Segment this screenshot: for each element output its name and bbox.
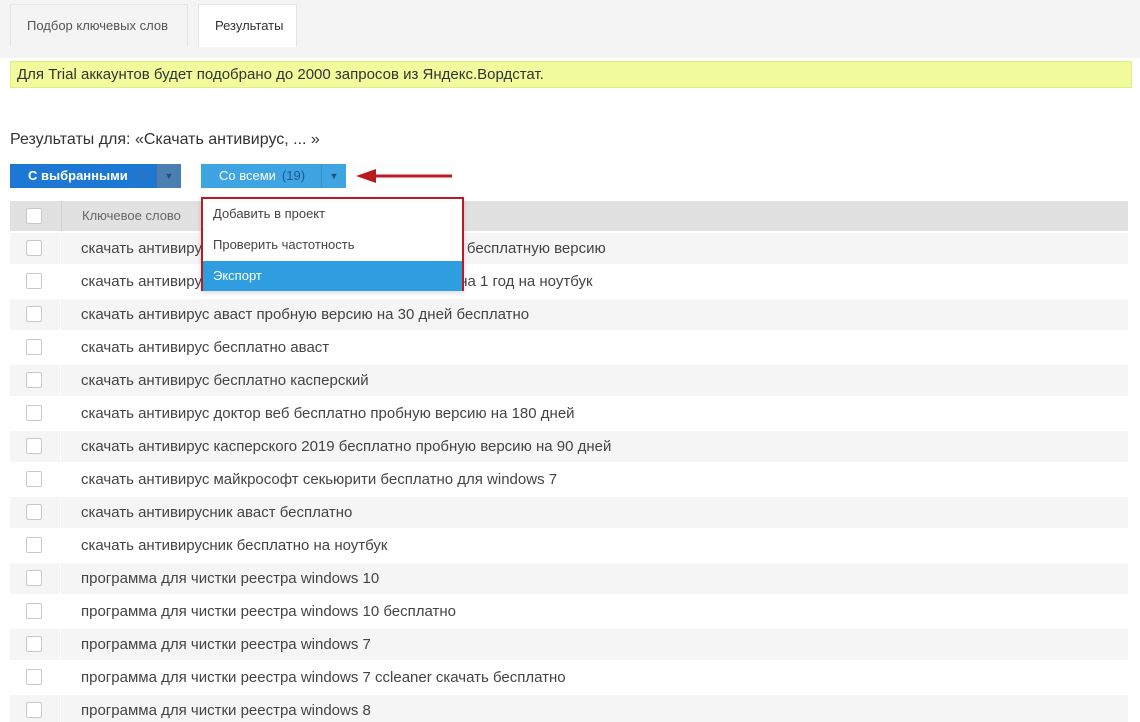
trial-notice: Для Trial аккаунтов будет подобрано до 2… bbox=[10, 61, 1132, 88]
with-selected-label: С выбранными (0) bbox=[28, 168, 150, 183]
row-checkbox-cell bbox=[10, 497, 60, 528]
row-checkbox[interactable] bbox=[26, 306, 42, 322]
bulk-actions-dropdown: Добавить в проект Проверить частотность … bbox=[201, 197, 464, 291]
row-checkbox-cell bbox=[10, 563, 60, 594]
row-checkbox[interactable] bbox=[26, 702, 42, 718]
table-row[interactable]: скачать антивирус майкрософт секьюрити б… bbox=[10, 464, 1128, 497]
keyword-cell: программа для чистки реестра windows 7 bbox=[61, 629, 1128, 660]
keyword-cell: скачать антивирус бесплатно касперский bbox=[61, 365, 1128, 396]
row-checkbox-cell bbox=[10, 332, 60, 363]
column-header-keyword: Ключевое слово bbox=[82, 208, 181, 223]
table-row[interactable]: программа для чистки реестра windows 7 c… bbox=[10, 662, 1128, 695]
row-checkbox-cell bbox=[10, 365, 60, 396]
keyword-cell: скачать антивирус аваст пробную версию н… bbox=[61, 299, 1128, 330]
row-checkbox[interactable] bbox=[26, 636, 42, 652]
header-divider bbox=[61, 201, 62, 231]
keyword-cell: программа для чистки реестра windows 7 c… bbox=[61, 662, 1128, 693]
row-checkbox-cell bbox=[10, 431, 60, 462]
table-row[interactable]: программа для чистки реестра windows 7 bbox=[10, 629, 1128, 662]
keyword-results-page: Подбор ключевых слов Результаты Для Tria… bbox=[0, 0, 1140, 722]
chevron-down-icon[interactable]: ▼ bbox=[156, 164, 181, 188]
menu-item-add-to-project[interactable]: Добавить в проект bbox=[203, 199, 462, 229]
keyword-cell: скачать антивирусник бесплатно на ноутбу… bbox=[61, 530, 1128, 561]
row-checkbox-cell bbox=[10, 233, 60, 264]
row-checkbox[interactable] bbox=[26, 339, 42, 355]
keyword-cell: скачать антивирус бесплатно аваст bbox=[61, 332, 1128, 363]
tab-keyword-selection[interactable]: Подбор ключевых слов bbox=[10, 4, 188, 46]
row-checkbox[interactable] bbox=[26, 504, 42, 520]
menu-item-check-frequency[interactable]: Проверить частотность bbox=[203, 230, 462, 260]
row-checkbox-cell bbox=[10, 398, 60, 429]
with-all-button[interactable]: Со всеми (19) ▼ bbox=[201, 164, 346, 188]
with-selected-count: (0) bbox=[133, 168, 150, 183]
keyword-cell: программа для чистки реестра windows 8 bbox=[61, 695, 1128, 722]
row-checkbox-cell bbox=[10, 464, 60, 495]
row-checkbox[interactable] bbox=[26, 669, 42, 685]
table-row[interactable]: скачать антивирус доктор веб бесплатно п… bbox=[10, 398, 1128, 431]
tabs-bar: Подбор ключевых слов Результаты bbox=[0, 0, 1140, 58]
keyword-cell: скачать антивирус майкрософт секьюрити б… bbox=[61, 464, 1128, 495]
keyword-cell: программа для чистки реестра windows 10 bbox=[61, 563, 1128, 594]
results-title: Результаты для: «Скачать антивирус, ... … bbox=[10, 131, 320, 148]
table-row[interactable]: скачать антивирус аваст бесплатно на 1 г… bbox=[10, 233, 1128, 266]
row-checkbox-cell bbox=[10, 695, 60, 722]
menu-item-export[interactable]: Экспорт bbox=[203, 261, 462, 291]
table-row[interactable]: скачать антивирус касперского 2019 беспл… bbox=[10, 431, 1128, 464]
keyword-cell: скачать антивирус касперского 2019 беспл… bbox=[61, 431, 1128, 462]
row-checkbox-cell bbox=[10, 266, 60, 297]
row-checkbox[interactable] bbox=[26, 537, 42, 553]
row-checkbox-cell bbox=[10, 596, 60, 627]
table-row[interactable]: скачать антивирусник бесплатно на ноутбу… bbox=[10, 530, 1128, 563]
keyword-table-body: скачать антивирус аваст бесплатно на 1 г… bbox=[10, 233, 1128, 722]
table-row[interactable]: программа для чистки реестра windows 8 bbox=[10, 695, 1128, 722]
keyword-cell: скачать антивирусник аваст бесплатно bbox=[61, 497, 1128, 528]
row-checkbox[interactable] bbox=[26, 570, 42, 586]
table-row[interactable]: скачать антивирус аваст бесплатно на рус… bbox=[10, 266, 1128, 299]
row-checkbox-cell bbox=[10, 299, 60, 330]
table-row[interactable]: скачать антивирусник аваст бесплатно bbox=[10, 497, 1128, 530]
keyword-cell: программа для чистки реестра windows 10 … bbox=[61, 596, 1128, 627]
red-arrow-annotation bbox=[356, 169, 452, 183]
row-checkbox[interactable] bbox=[26, 273, 42, 289]
table-row[interactable]: программа для чистки реестра windows 10 … bbox=[10, 596, 1128, 629]
row-checkbox[interactable] bbox=[26, 471, 42, 487]
with-selected-button[interactable]: С выбранными (0) ▼ bbox=[10, 164, 181, 188]
row-checkbox[interactable] bbox=[26, 372, 42, 388]
chevron-down-icon[interactable]: ▼ bbox=[321, 164, 346, 188]
table-row[interactable]: программа для чистки реестра windows 10 bbox=[10, 563, 1128, 596]
table-row[interactable]: скачать антивирус аваст пробную версию н… bbox=[10, 299, 1128, 332]
row-checkbox[interactable] bbox=[26, 240, 42, 256]
row-checkbox-cell bbox=[10, 662, 60, 693]
with-all-label: Со всеми (19) bbox=[219, 168, 306, 183]
tab-results[interactable]: Результаты bbox=[198, 4, 297, 47]
row-checkbox-cell bbox=[10, 629, 60, 660]
select-all-checkbox[interactable] bbox=[26, 208, 42, 224]
with-all-count: (19) bbox=[281, 168, 306, 183]
table-row[interactable]: скачать антивирус бесплатно аваст bbox=[10, 332, 1128, 365]
table-row[interactable]: скачать антивирус бесплатно касперский bbox=[10, 365, 1128, 398]
keyword-cell: скачать антивирус доктор веб бесплатно п… bbox=[61, 398, 1128, 429]
row-checkbox[interactable] bbox=[26, 438, 42, 454]
table-header: Ключевое слово bbox=[10, 201, 1128, 231]
row-checkbox-cell bbox=[10, 530, 60, 561]
row-checkbox[interactable] bbox=[26, 603, 42, 619]
row-checkbox[interactable] bbox=[26, 405, 42, 421]
